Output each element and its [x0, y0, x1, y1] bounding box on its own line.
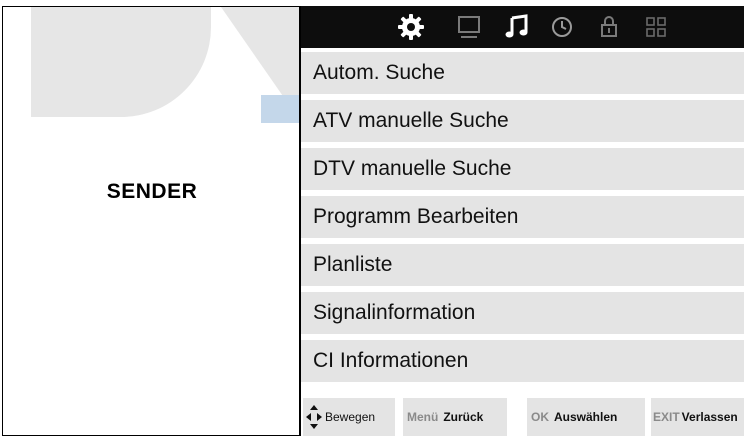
- hint-select-label: Auswählen: [554, 410, 618, 424]
- menu-item-label: DTV manuelle Suche: [313, 157, 512, 180]
- menu-item-label: CI Informationen: [313, 349, 469, 372]
- menu-item-dtv-manuelle-suche[interactable]: DTV manuelle Suche: [301, 148, 744, 190]
- menu-item-label: Autom. Suche: [313, 61, 445, 84]
- hint-back-key: Menü: [407, 410, 439, 424]
- menu-item-label: Signalinformation: [313, 301, 476, 324]
- key-hint-bar: Bewegen Menü Zurück OK Auswählen EXIT Ve…: [301, 398, 744, 436]
- hint-exit-label: Verlassen: [681, 410, 738, 424]
- hint-back-label: Zurück: [443, 410, 484, 424]
- watermark-logo-accent: [261, 95, 300, 123]
- category-tab-bar: [301, 6, 744, 48]
- hint-exit-key: EXIT: [653, 410, 680, 424]
- menu-list: Autom. Suche ATV manuelle Suche DTV manu…: [301, 52, 744, 382]
- lock-icon[interactable]: [593, 12, 625, 42]
- hint-move: Bewegen: [303, 398, 395, 436]
- watermark-logo-shape: [31, 7, 211, 117]
- menu-item-label: Planliste: [313, 253, 393, 276]
- menu-item-atv-manuelle-suche[interactable]: ATV manuelle Suche: [301, 100, 744, 142]
- menu-item-autom-suche[interactable]: Autom. Suche: [301, 52, 744, 94]
- hint-back: Menü Zurück: [403, 398, 507, 436]
- hint-move-label: Bewegen: [325, 410, 376, 424]
- left-info-panel: SENDER: [2, 6, 300, 436]
- hint-exit: EXIT Verlassen: [651, 398, 744, 436]
- setup-grid-icon[interactable]: [640, 12, 672, 42]
- hint-select-key: OK: [531, 410, 549, 424]
- menu-item-label: Programm Bearbeiten: [313, 205, 519, 228]
- menu-item-programm-bearbeiten[interactable]: Programm Bearbeiten: [301, 196, 744, 238]
- menu-item-label: ATV manuelle Suche: [313, 109, 509, 132]
- dpad-arrows-icon: [305, 404, 323, 430]
- sound-music-icon[interactable]: [501, 12, 533, 42]
- tv-menu-screen: SENDER Autom. Suche ATV manuelle Suche D…: [0, 0, 744, 436]
- menu-panel: Autom. Suche ATV manuelle Suche DTV manu…: [299, 6, 744, 436]
- menu-item-ci-informationen[interactable]: CI Informationen: [301, 340, 744, 382]
- settings-gear-icon[interactable]: [395, 12, 427, 42]
- time-clock-icon[interactable]: [546, 12, 578, 42]
- menu-item-planliste[interactable]: Planliste: [301, 244, 744, 286]
- section-title: SENDER: [106, 180, 198, 203]
- hint-select: OK Auswählen: [527, 398, 645, 436]
- menu-item-signalinformation[interactable]: Signalinformation: [301, 292, 744, 334]
- picture-monitor-icon[interactable]: [453, 12, 485, 42]
